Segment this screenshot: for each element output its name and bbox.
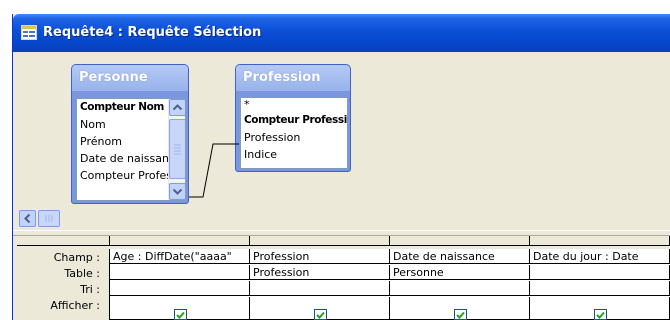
- relationship-line[interactable]: [17, 52, 670, 202]
- grid-cell-champ-3[interactable]: Date de naissance: [390, 249, 530, 264]
- afficher-checkbox-4[interactable]: [594, 309, 607, 320]
- grid-column-selector-row: [17, 236, 670, 246]
- grid-cell-tri-3[interactable]: [390, 281, 530, 296]
- checkmark-icon: [596, 311, 605, 319]
- row-label-tri: Tri :: [80, 283, 100, 296]
- grid-cell-champ-2[interactable]: Profession: [250, 249, 390, 264]
- grid-cell-tri-4[interactable]: [530, 281, 670, 296]
- col-divider: [529, 236, 530, 246]
- checkmark-icon: [316, 311, 325, 319]
- window-title: Requête4 : Requête Sélection: [43, 25, 262, 40]
- table-design-pane: Personne Compteur Nom Nom Prénom Date de…: [17, 52, 670, 204]
- query-design-grid: Champ : Table : Tri : Afficher : Age : D…: [17, 236, 670, 320]
- query-window-icon: [21, 25, 37, 40]
- grid-cell-champ-4[interactable]: Date du jour : Date: [530, 249, 670, 264]
- grid-cell-table-2[interactable]: Profession: [250, 265, 390, 280]
- grid-cell-table-3[interactable]: Personne: [390, 265, 530, 280]
- grid-cell-table-4[interactable]: [530, 265, 670, 280]
- page-margin-left: [0, 0, 12, 320]
- page-margin-top: [0, 0, 670, 14]
- afficher-checkbox-1[interactable]: [174, 309, 187, 320]
- grid-cell-champ-1[interactable]: Age : DiffDate("aaaa": [110, 249, 250, 264]
- scroll-left-icon[interactable]: [19, 210, 36, 227]
- title-bar[interactable]: Requête4 : Requête Sélection: [13, 14, 670, 52]
- checkmark-icon: [176, 311, 185, 319]
- design-pane-hscrollbar[interactable]: [17, 210, 670, 228]
- afficher-checkbox-2[interactable]: [314, 309, 327, 320]
- grid-cell-tri-1[interactable]: [110, 281, 250, 296]
- query-window: Requête4 : Requête Sélection Personne Co…: [12, 14, 670, 320]
- grid-cell-tri-2[interactable]: [250, 281, 390, 296]
- row-label-afficher: Afficher :: [50, 299, 100, 312]
- row-label-champ: Champ :: [53, 251, 100, 264]
- afficher-checkbox-3[interactable]: [454, 309, 467, 320]
- col-divider: [109, 236, 110, 246]
- col-divider: [249, 236, 250, 246]
- col-divider: [389, 236, 390, 246]
- checkmark-icon: [456, 311, 465, 319]
- hscroll-thumb[interactable]: [38, 210, 60, 227]
- row-label-table: Table :: [64, 267, 100, 280]
- grid-cell-table-1[interactable]: [110, 265, 250, 280]
